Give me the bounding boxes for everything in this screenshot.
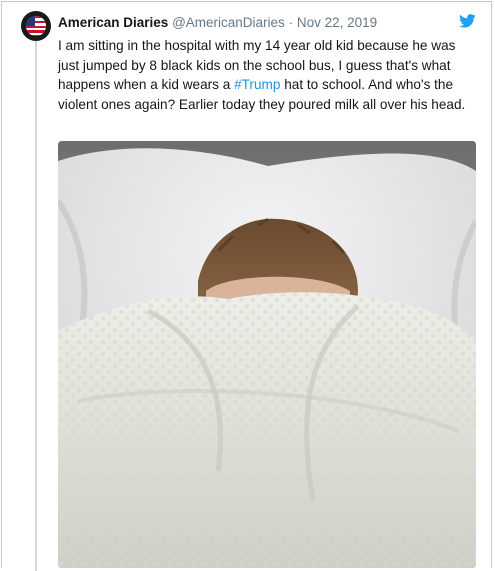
flag-icon xyxy=(26,16,46,36)
avatar[interactable] xyxy=(21,11,51,41)
twitter-bird-icon[interactable] xyxy=(459,14,476,28)
author-name[interactable]: American Diaries xyxy=(58,15,168,30)
photo-illustration xyxy=(58,141,476,568)
thread-line xyxy=(35,36,37,571)
tweet-header: American Diaries @AmericanDiaries · Nov … xyxy=(58,14,377,31)
tweet-date[interactable]: Nov 22, 2019 xyxy=(297,15,377,30)
hashtag-link[interactable]: #Trump xyxy=(234,77,280,92)
author-handle[interactable]: @AmericanDiaries xyxy=(172,15,285,30)
tweet-photo[interactable] xyxy=(58,141,476,568)
header-separator: · xyxy=(288,15,294,30)
tweet-text: I am sitting in the hospital with my 14 … xyxy=(58,36,476,114)
